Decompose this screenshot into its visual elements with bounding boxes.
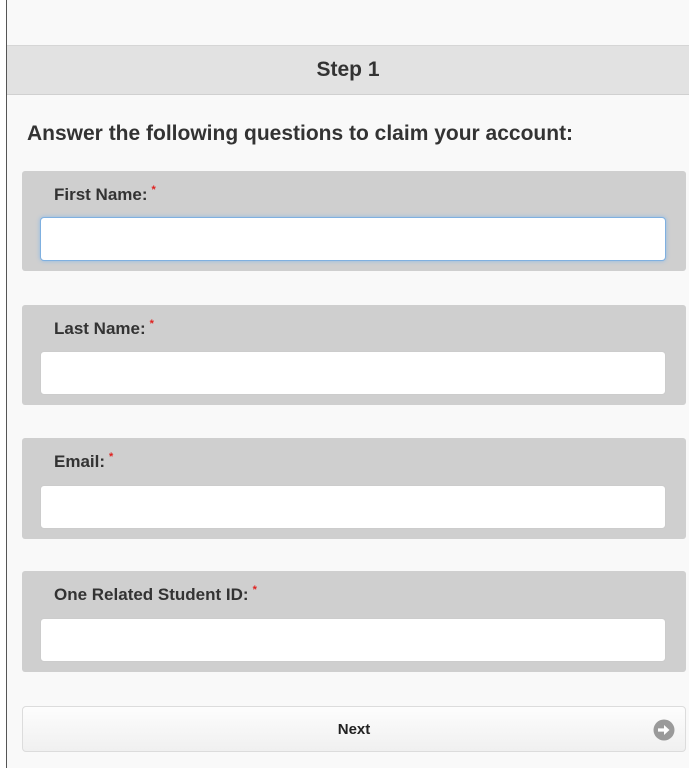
email-input[interactable]: [40, 485, 666, 529]
window-left-border: [0, 0, 7, 768]
last-name-label: Last Name: *: [54, 318, 154, 339]
email-label: Email: *: [54, 451, 114, 472]
last-name-field-group: Last Name: *: [22, 305, 686, 405]
step-title: Step 1: [316, 58, 380, 81]
required-marker: *: [252, 584, 257, 596]
first-name-field-group: First Name: *: [22, 171, 686, 271]
last-name-label-text: Last Name:: [54, 319, 146, 338]
email-field-group: Email: *: [22, 438, 686, 539]
student-id-field-group: One Related Student ID: *: [22, 571, 686, 672]
arrow-right-circle-icon: [653, 719, 675, 741]
claim-account-page: Step 1 Answer the following questions to…: [7, 0, 689, 768]
required-marker: *: [109, 451, 114, 463]
next-button-label: Next: [337, 721, 371, 738]
first-name-input[interactable]: [40, 217, 666, 261]
step-header: Step 1: [7, 45, 689, 95]
required-marker: *: [149, 318, 154, 330]
last-name-input[interactable]: [40, 351, 666, 395]
student-id-label-text: One Related Student ID:: [54, 585, 249, 604]
form-instructions: Answer the following questions to claim …: [27, 122, 574, 145]
first-name-label-text: First Name:: [54, 185, 148, 204]
required-marker: *: [151, 184, 156, 196]
student-id-label: One Related Student ID: *: [54, 584, 257, 605]
next-button[interactable]: Next: [22, 706, 686, 752]
student-id-input[interactable]: [40, 618, 666, 662]
first-name-label: First Name: *: [54, 184, 156, 205]
email-label-text: Email:: [54, 452, 106, 471]
